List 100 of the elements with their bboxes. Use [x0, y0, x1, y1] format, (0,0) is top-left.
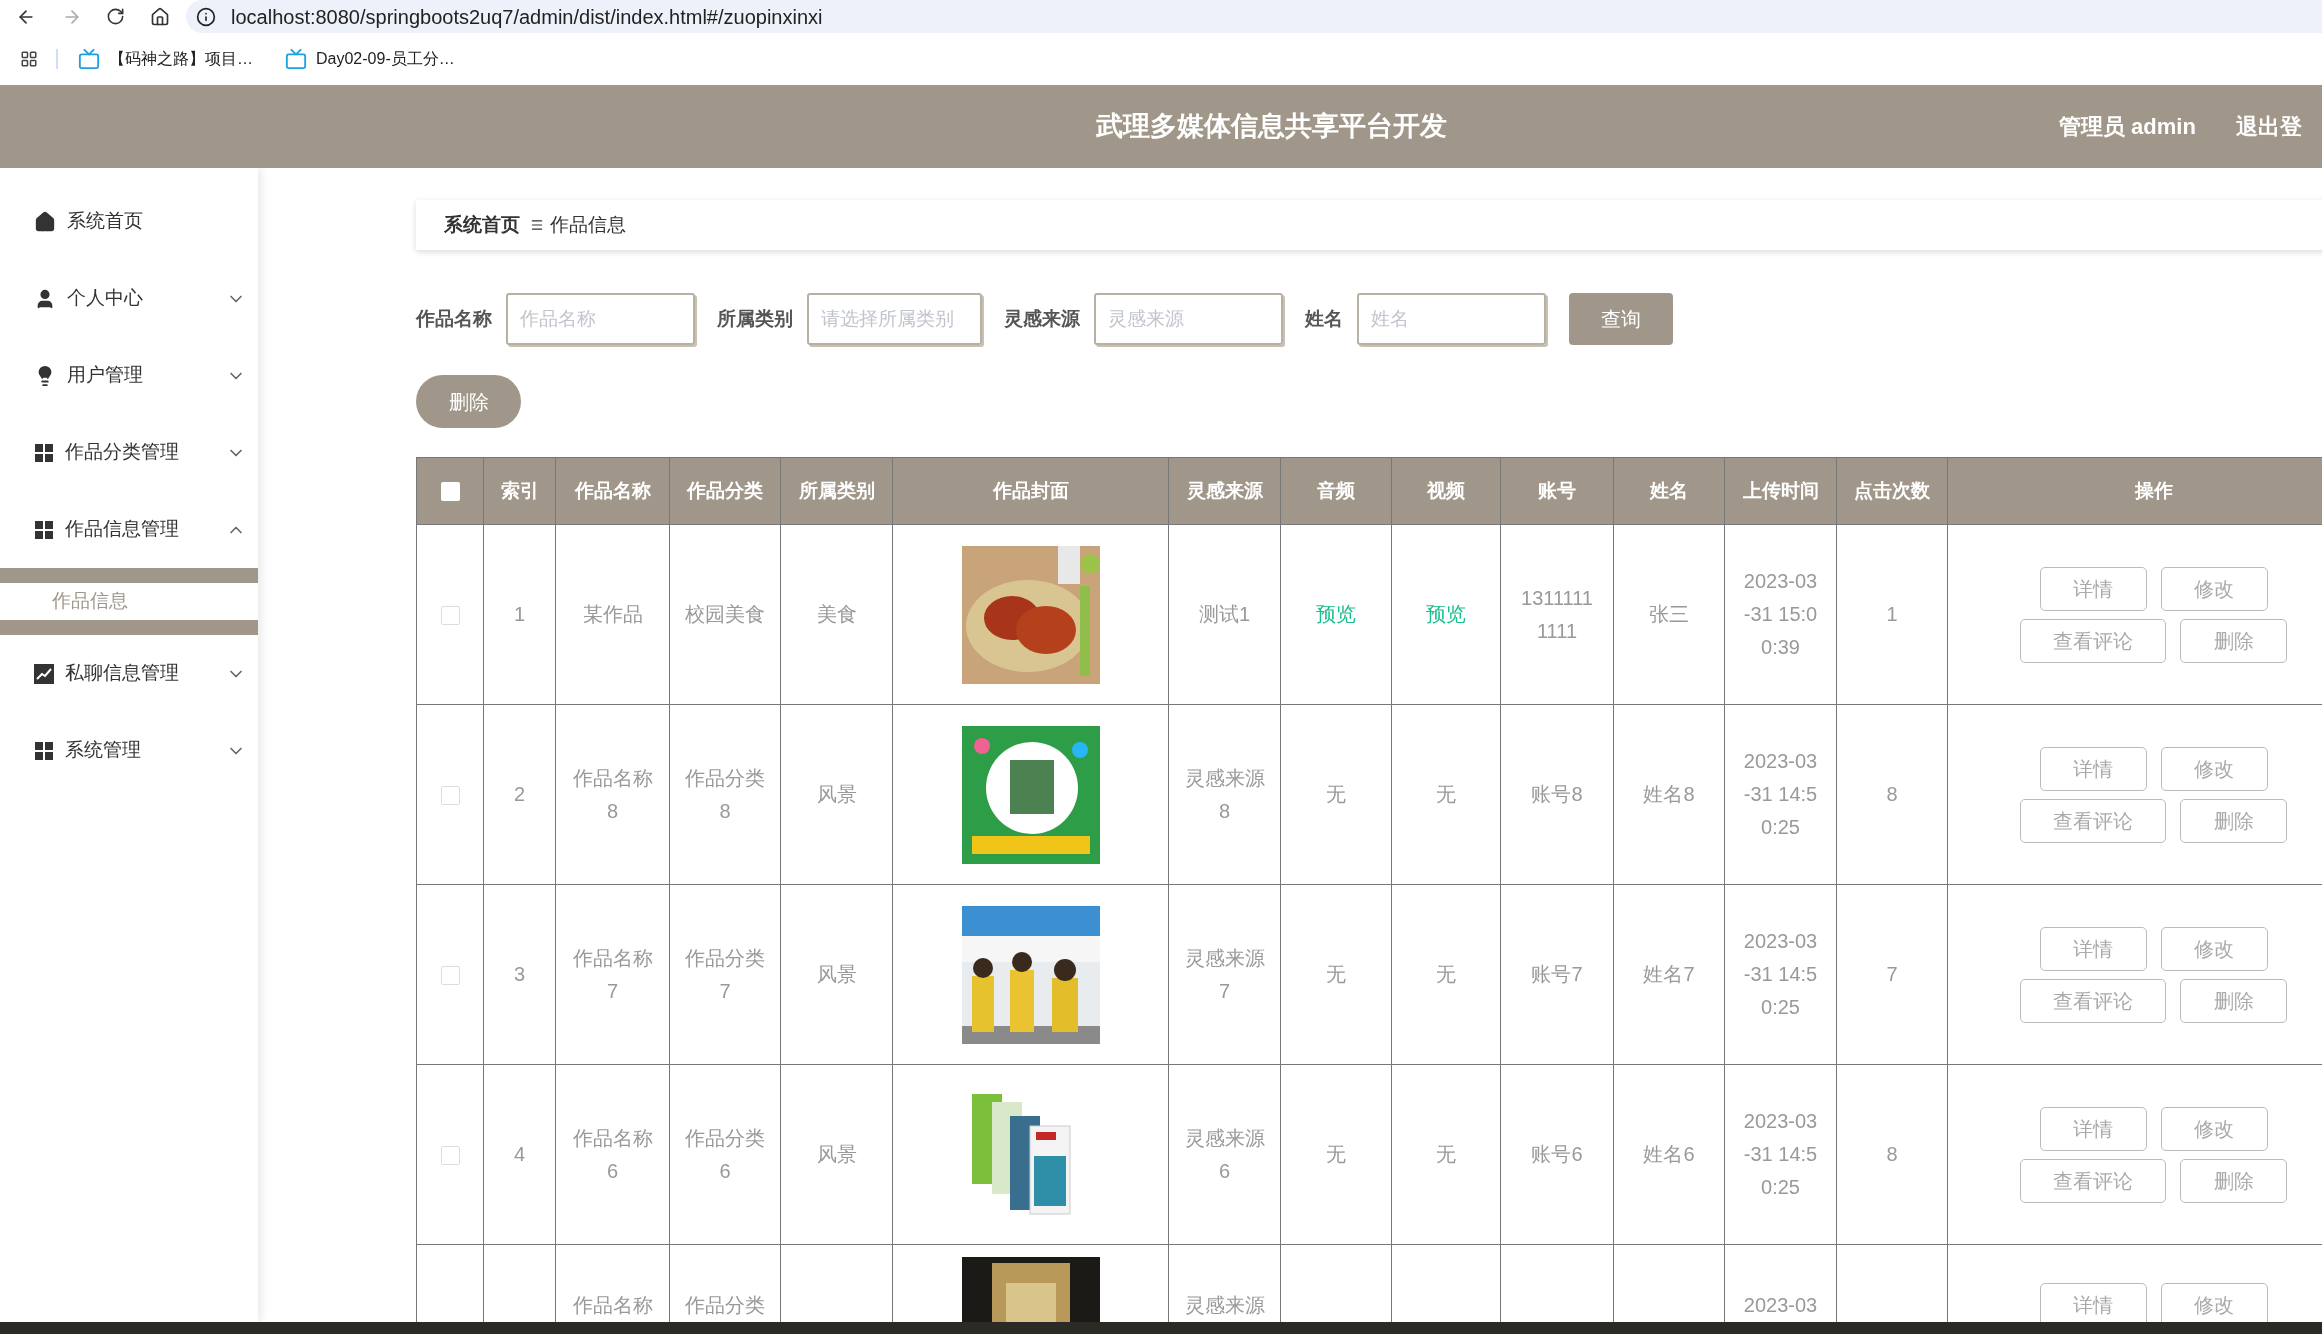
home-icon[interactable] [150, 6, 170, 27]
column-header: 灵感来源 [1186, 479, 1263, 501]
inspiration-source: 测试1 [1197, 602, 1252, 627]
reload-icon[interactable] [106, 7, 125, 26]
action-button[interactable]: 修改 [2160, 1106, 2268, 1151]
row-checkbox[interactable] [440, 1145, 460, 1165]
sidebar-item[interactable]: 用户管理 [0, 337, 258, 414]
address-bar[interactable]: localhost:8080/springboots2uq7/admin/dist/index.html#/zuopinxinxi [186, 0, 2322, 33]
column-header: 作品名称 [574, 479, 651, 501]
row-checkbox[interactable] [440, 965, 460, 985]
column-header: 作品封面 [992, 479, 1069, 501]
home-icon [34, 210, 56, 233]
column-header: 音频 [1317, 479, 1355, 501]
category-type: 美食 [815, 602, 858, 627]
action-button[interactable]: 查看评论 [2020, 618, 2166, 663]
work-name: 作品名称7 [571, 945, 654, 1004]
column-header: 索引 [500, 479, 539, 501]
tv-icon [78, 48, 100, 70]
category-type: 风景 [815, 1142, 858, 1167]
apps-icon[interactable] [20, 50, 38, 68]
sidebar-item[interactable]: 系统管理 [0, 712, 258, 789]
action-button[interactable]: 修改 [2160, 566, 2268, 611]
work-name: 作品名称8 [571, 765, 654, 824]
action-button[interactable]: 删除 [2180, 618, 2287, 663]
click-count: 1 [1885, 602, 1899, 627]
tv-icon [285, 48, 307, 70]
upload-time: 2023-03-31 14:50:25 [1742, 749, 1819, 840]
column-header: 所属类别 [798, 479, 875, 501]
work-category: 作品分类7 [684, 945, 766, 1004]
field-label: 灵感来源 [1004, 306, 1080, 331]
user-name: 姓名8 [1642, 782, 1696, 807]
logout-link[interactable]: 退出登 [2235, 110, 2302, 143]
column-header: 账号 [1538, 479, 1576, 501]
breadcrumb-link[interactable]: 系统首页 [444, 210, 520, 240]
sidebar-item[interactable]: 个人中心 [0, 260, 258, 337]
click-count: 8 [1885, 1142, 1899, 1167]
action-button[interactable]: 详情 [2039, 566, 2147, 611]
work-name: 作品名称 [571, 1293, 654, 1318]
grid-icon [34, 519, 54, 540]
grid-icon [34, 442, 54, 463]
action-button[interactable]: 详情 [2039, 926, 2147, 971]
field-label: 作品名称 [416, 306, 492, 331]
row-checkbox[interactable] [440, 605, 460, 625]
index-cell-text: 1 [512, 602, 527, 627]
search-field[interactable]: 请选择所属类别 [807, 293, 982, 345]
search-field[interactable]: 作品名称 [506, 293, 695, 345]
grid-icon [34, 740, 54, 761]
sidebar-item[interactable]: 作品分类管理 [0, 414, 258, 491]
action-button[interactable]: 详情 [2039, 1283, 2147, 1322]
sidebar-item[interactable]: 系统首页 [0, 183, 258, 260]
sidebar-item[interactable]: 作品信息管理 [0, 491, 258, 568]
action-button[interactable]: 查看评论 [2020, 798, 2166, 843]
inspiration-source: 灵感来源6 [1183, 1125, 1266, 1184]
search-field[interactable]: 灵感来源 [1094, 293, 1283, 345]
index-cell-text: 3 [512, 962, 527, 987]
column-header: 视频 [1427, 479, 1465, 501]
submenu-item[interactable]: 作品信息 [0, 568, 258, 635]
account-cell-text: 账号8 [1530, 782, 1584, 807]
column-header: 点击次数 [1854, 479, 1930, 501]
info-icon [196, 6, 216, 27]
inspiration-source: 灵感来源8 [1183, 765, 1266, 824]
search-field[interactable]: 姓名 [1357, 293, 1546, 345]
upload-time: 2023-03 [1742, 1293, 1819, 1318]
work-name: 某作品 [581, 602, 644, 627]
bookmark[interactable]: Day02-09-员工分… [285, 47, 455, 71]
action-button[interactable]: 删除 [2180, 978, 2287, 1023]
action-button[interactable]: 删除 [2180, 798, 2287, 843]
work-name: 作品名称6 [571, 1125, 654, 1184]
select-all-checkbox[interactable] [440, 482, 460, 502]
bookmark[interactable]: 【码神之路】项目… [78, 47, 253, 71]
index-cell-text: 4 [512, 1142, 527, 1167]
query-button[interactable]: 查询 [1569, 293, 1673, 345]
admin-label: 管理员 admin [2059, 113, 2196, 141]
action-button[interactable]: 查看评论 [2020, 978, 2166, 1023]
action-button[interactable]: 修改 [2160, 746, 2268, 791]
category-type: 风景 [815, 782, 858, 807]
action-button[interactable]: 详情 [2039, 1106, 2147, 1151]
column-header: 上传时间 [1742, 479, 1819, 501]
action-button[interactable]: 查看评论 [2020, 1158, 2166, 1203]
site-title: 武理多媒体信息共享平台开发 [1096, 110, 1447, 144]
upload-time: 2023-03-31 15:00:39 [1742, 569, 1819, 660]
work-category: 校园美食 [684, 602, 766, 627]
inspiration-source: 灵感来源7 [1183, 945, 1266, 1004]
action-button[interactable]: 详情 [2039, 746, 2147, 791]
row-checkbox[interactable] [440, 785, 460, 805]
sidebar-item[interactable]: 私聊信息管理 [0, 635, 258, 712]
action-button[interactable]: 修改 [2160, 926, 2268, 971]
action-button[interactable]: 删除 [2180, 1158, 2287, 1203]
action-button[interactable]: 修改 [2160, 1283, 2268, 1322]
column-header: 作品分类 [687, 479, 763, 501]
separator-icon [530, 218, 544, 232]
category-type: 风景 [815, 962, 858, 987]
video-preview: 无 [1435, 1142, 1457, 1167]
upload-time: 2023-03-31 14:50:25 [1742, 1109, 1819, 1200]
audio-preview: 无 [1325, 1142, 1347, 1167]
column-header: 操作 [2134, 479, 2173, 501]
account-cell-text: 账号7 [1530, 962, 1584, 987]
chart-icon [34, 663, 54, 684]
index-cell-text: 2 [512, 782, 527, 807]
delete-button[interactable]: 删除 [416, 375, 521, 428]
